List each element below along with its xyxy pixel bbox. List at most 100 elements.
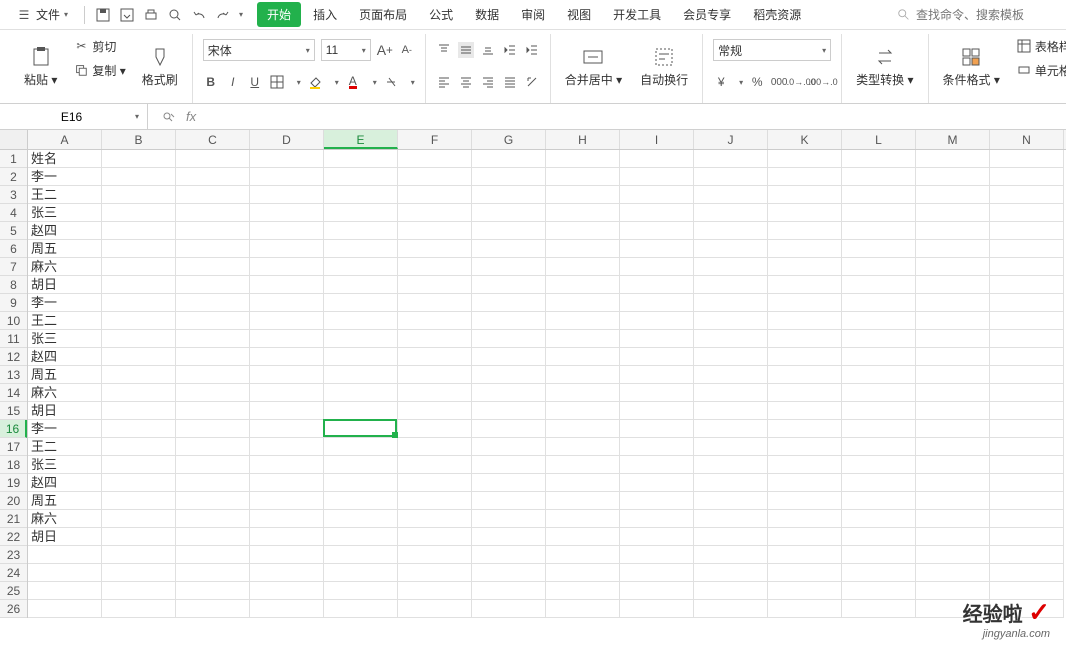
cell[interactable]: 李一: [28, 420, 102, 438]
chevron-down-icon[interactable]: ▾: [239, 10, 243, 19]
cell[interactable]: [176, 348, 250, 366]
cell[interactable]: [990, 402, 1064, 420]
cell[interactable]: [472, 420, 546, 438]
row-header-15[interactable]: 15: [0, 402, 27, 420]
cell[interactable]: [250, 546, 324, 564]
cell[interactable]: [250, 492, 324, 510]
cell[interactable]: [28, 564, 102, 582]
cell[interactable]: [768, 420, 842, 438]
cell[interactable]: [324, 222, 398, 240]
cell[interactable]: 胡日: [28, 528, 102, 546]
cell[interactable]: [324, 474, 398, 492]
number-format-combo[interactable]: 常规▾: [713, 39, 831, 61]
cell[interactable]: [620, 312, 694, 330]
cell[interactable]: [398, 348, 472, 366]
cell[interactable]: [694, 438, 768, 456]
cell[interactable]: [694, 312, 768, 330]
cell[interactable]: [620, 258, 694, 276]
cell[interactable]: [324, 600, 398, 618]
align-right-icon[interactable]: [480, 74, 496, 90]
cell[interactable]: [842, 402, 916, 420]
cell-style-button[interactable]: 单元格样式 ▾: [1012, 58, 1066, 82]
cell[interactable]: [768, 312, 842, 330]
cell[interactable]: [990, 258, 1064, 276]
cell[interactable]: [694, 276, 768, 294]
cell[interactable]: [768, 456, 842, 474]
col-header-E[interactable]: E: [324, 130, 398, 149]
cell[interactable]: [842, 366, 916, 384]
cell[interactable]: [546, 240, 620, 258]
cell[interactable]: [990, 150, 1064, 168]
cut-button[interactable]: ✂ 剪切: [69, 34, 129, 58]
col-header-J[interactable]: J: [694, 130, 768, 149]
cell[interactable]: [398, 582, 472, 600]
cell[interactable]: [694, 258, 768, 276]
cell[interactable]: [176, 456, 250, 474]
cell[interactable]: [842, 168, 916, 186]
cell[interactable]: [916, 438, 990, 456]
row-header-21[interactable]: 21: [0, 510, 27, 528]
cell[interactable]: 周五: [28, 366, 102, 384]
cell[interactable]: [102, 582, 176, 600]
cell[interactable]: [842, 546, 916, 564]
cell[interactable]: [546, 492, 620, 510]
cell[interactable]: [620, 186, 694, 204]
cell[interactable]: [472, 348, 546, 366]
col-header-D[interactable]: D: [250, 130, 324, 149]
cell[interactable]: [768, 564, 842, 582]
cell[interactable]: [916, 348, 990, 366]
cell[interactable]: [990, 384, 1064, 402]
cell[interactable]: [916, 528, 990, 546]
cell[interactable]: [916, 366, 990, 384]
cell[interactable]: [472, 276, 546, 294]
cell[interactable]: [250, 168, 324, 186]
row-header-6[interactable]: 6: [0, 240, 27, 258]
cell[interactable]: [398, 240, 472, 258]
cell[interactable]: [176, 600, 250, 618]
percent-icon[interactable]: %: [749, 74, 765, 90]
cell[interactable]: [694, 204, 768, 222]
cell[interactable]: 姓名: [28, 150, 102, 168]
row-header-25[interactable]: 25: [0, 582, 27, 600]
cell[interactable]: [768, 600, 842, 618]
cell[interactable]: [102, 150, 176, 168]
cell[interactable]: [546, 258, 620, 276]
cell[interactable]: [324, 366, 398, 384]
cell[interactable]: [620, 294, 694, 312]
cell[interactable]: [620, 564, 694, 582]
row-header-8[interactable]: 8: [0, 276, 27, 294]
cell[interactable]: [842, 312, 916, 330]
cell[interactable]: [990, 294, 1064, 312]
cell[interactable]: [620, 330, 694, 348]
cell[interactable]: [176, 276, 250, 294]
cell[interactable]: 赵四: [28, 222, 102, 240]
cell[interactable]: [324, 312, 398, 330]
cell[interactable]: [620, 348, 694, 366]
cell[interactable]: [176, 366, 250, 384]
cell[interactable]: [694, 456, 768, 474]
cell[interactable]: 胡日: [28, 402, 102, 420]
cell[interactable]: [472, 474, 546, 492]
cell[interactable]: [324, 492, 398, 510]
cell[interactable]: [398, 510, 472, 528]
cell[interactable]: [620, 582, 694, 600]
cell[interactable]: [546, 150, 620, 168]
cell[interactable]: [472, 528, 546, 546]
cell[interactable]: [176, 240, 250, 258]
cell[interactable]: [102, 204, 176, 222]
cell[interactable]: [768, 438, 842, 456]
cell[interactable]: [916, 312, 990, 330]
cell[interactable]: [250, 528, 324, 546]
cell[interactable]: [694, 510, 768, 528]
cell[interactable]: [472, 240, 546, 258]
cell[interactable]: [176, 474, 250, 492]
chevron-down-icon[interactable]: ▾: [739, 78, 743, 87]
cell[interactable]: 王二: [28, 312, 102, 330]
row-header-14[interactable]: 14: [0, 384, 27, 402]
cell[interactable]: [546, 474, 620, 492]
cell[interactable]: [102, 168, 176, 186]
cell[interactable]: [102, 402, 176, 420]
cell[interactable]: [620, 402, 694, 420]
align-middle-icon[interactable]: [458, 42, 474, 58]
chevron-down-icon[interactable]: ▾: [135, 112, 139, 121]
